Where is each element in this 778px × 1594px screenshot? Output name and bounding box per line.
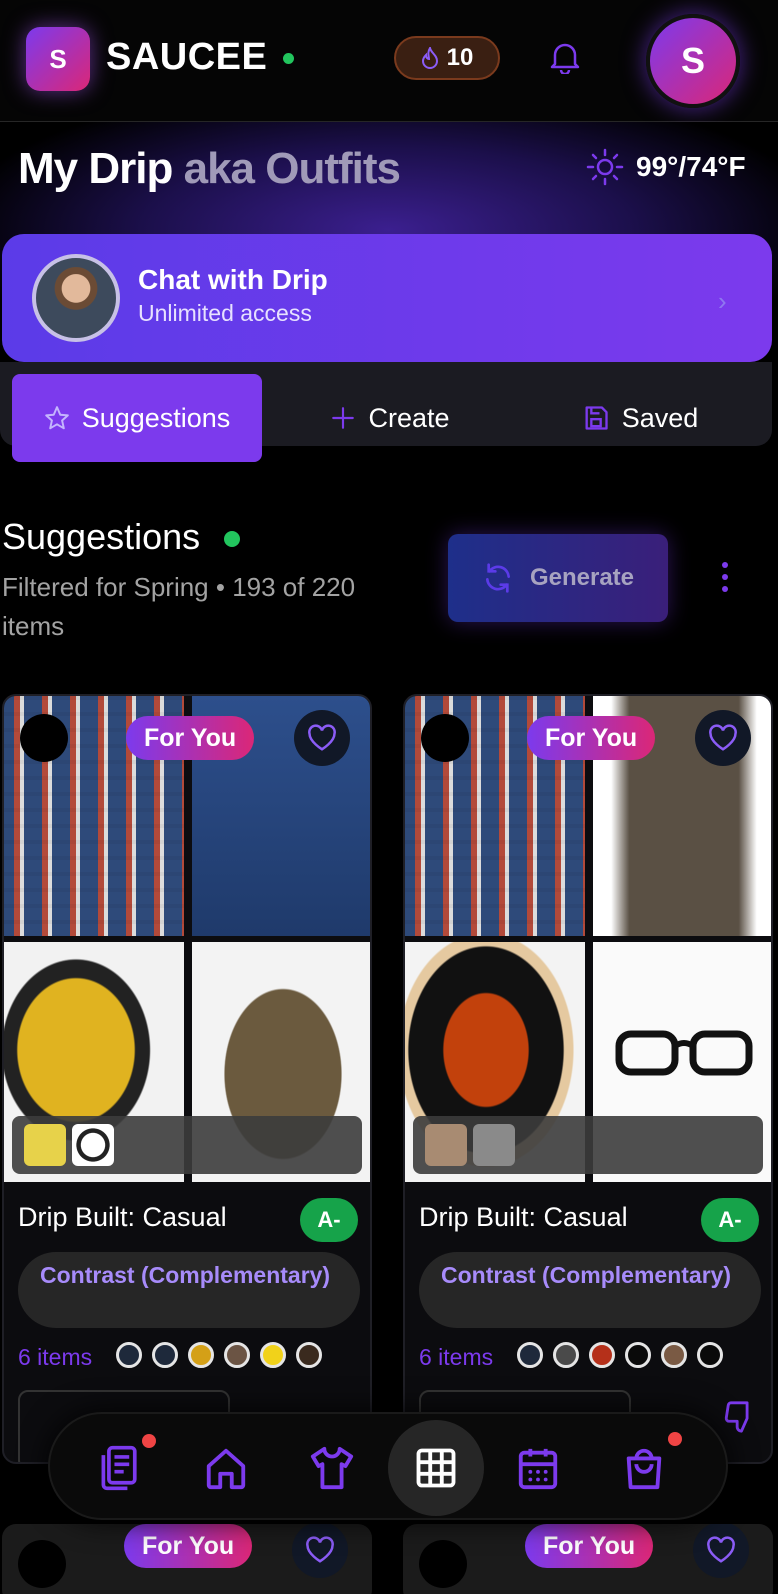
weather-widget[interactable]: 99°/74°F <box>586 148 746 186</box>
color-swatch <box>697 1342 723 1368</box>
tab-saved[interactable]: Saved <box>560 374 720 462</box>
item-count-dot <box>20 714 68 762</box>
color-harmony-pill: Contrast (Complementary) <box>18 1252 360 1328</box>
heart-icon <box>306 1536 334 1563</box>
color-swatch <box>260 1342 286 1368</box>
heart-icon <box>709 724 737 751</box>
item-count-dot <box>419 1540 467 1588</box>
suggestions-subtitle: Filtered for Spring • 193 of 220 items <box>2 572 356 641</box>
items-count: 6 items <box>18 1344 93 1370</box>
accessory-thumb <box>425 1124 467 1166</box>
online-indicator <box>283 53 294 64</box>
plus-icon <box>332 407 355 429</box>
closet-list-icon[interactable] <box>88 1434 156 1500</box>
tab-create[interactable]: Create <box>300 374 480 462</box>
item-count-dot <box>421 714 469 762</box>
outfit-card-peek[interactable]: For You <box>403 1524 773 1594</box>
shopping-bag-icon[interactable] <box>612 1432 682 1500</box>
chat-title: Chat with Drip <box>138 264 328 295</box>
outfit-title: Drip Built: Casual <box>18 1202 227 1232</box>
tab-label: Saved <box>621 402 699 433</box>
tab-suggestions[interactable]: Suggestions <box>12 374 262 462</box>
chat-with-drip-banner[interactable]: Chat with Drip Unlimited access › <box>2 234 772 362</box>
color-swatch <box>188 1342 214 1368</box>
grade-badge: A- <box>300 1198 358 1242</box>
accessory-thumbnails <box>413 1116 763 1174</box>
thumbs-down-icon[interactable] <box>723 1400 757 1434</box>
chevron-right-icon: › <box>718 286 727 316</box>
color-swatch <box>589 1342 615 1368</box>
outfit-image-grid <box>405 696 771 1182</box>
sun-icon <box>586 148 624 186</box>
accessory-thumbnails <box>12 1116 362 1174</box>
heart-icon <box>707 1536 735 1563</box>
for-you-badge: For You <box>527 716 656 760</box>
for-you-badge: For You <box>124 1524 253 1568</box>
color-swatch <box>116 1342 142 1368</box>
favorite-button[interactable] <box>693 1524 749 1578</box>
notification-dot <box>668 1432 682 1446</box>
save-icon <box>585 406 608 430</box>
item-count-dot <box>18 1540 66 1588</box>
favorite-button[interactable] <box>695 710 751 766</box>
for-you-badge: For You <box>525 1524 654 1568</box>
tab-label: Suggestions <box>81 402 231 433</box>
avatar-letter: S <box>680 40 705 81</box>
color-swatch <box>625 1342 651 1368</box>
color-swatch <box>661 1342 687 1368</box>
items-count: 6 items <box>419 1344 494 1370</box>
title-main: My Drip <box>18 144 173 193</box>
sunglasses-thumb <box>24 1124 66 1166</box>
drip-avatar <box>32 254 120 342</box>
notification-dot <box>142 1434 156 1448</box>
live-indicator <box>224 531 240 547</box>
bell-icon[interactable] <box>549 40 581 74</box>
logo-letter: S <box>49 43 67 74</box>
star-icon <box>44 406 69 430</box>
outfit-card[interactable]: For You Drip Built: Casual A- Contrast (… <box>403 694 773 1464</box>
outfit-title: Drip Built: Casual <box>419 1202 628 1232</box>
weather-temp: 99°/74°F <box>636 151 746 182</box>
favorite-button[interactable] <box>292 1524 348 1578</box>
generate-button[interactable]: Generate <box>448 534 668 622</box>
streak-count: 10 <box>446 44 474 71</box>
outfit-image-grid <box>4 696 370 1182</box>
color-harmony-pill: Contrast (Complementary) <box>419 1252 761 1328</box>
color-swatch <box>553 1342 579 1368</box>
generate-label: Generate <box>529 564 635 591</box>
favorite-button[interactable] <box>294 710 350 766</box>
chat-subtitle: Unlimited access <box>138 300 312 326</box>
refresh-icon <box>485 563 510 593</box>
bottom-navigation <box>48 1412 728 1520</box>
flame-icon <box>421 47 438 69</box>
shirt-icon[interactable] <box>300 1436 364 1500</box>
heart-icon <box>308 724 336 751</box>
accessory-thumb <box>473 1124 515 1166</box>
page-title: My Drip aka Outfits <box>18 144 401 194</box>
grid-icon[interactable] <box>388 1420 484 1516</box>
calendar-icon[interactable] <box>506 1436 570 1500</box>
bracelet-thumb <box>72 1124 114 1166</box>
streak-badge[interactable]: 10 <box>394 36 500 80</box>
app-logo[interactable]: S <box>26 27 90 91</box>
tab-label: Create <box>368 402 450 433</box>
color-swatch <box>224 1342 250 1368</box>
home-icon[interactable] <box>194 1436 258 1500</box>
color-swatch <box>152 1342 178 1368</box>
more-options-icon[interactable] <box>722 562 728 592</box>
outfit-card-peek[interactable]: For You <box>2 1524 372 1594</box>
color-swatch <box>296 1342 322 1368</box>
suggestions-title: Suggestions <box>2 516 201 557</box>
color-swatch <box>517 1342 543 1368</box>
brand-name: SAUCEE <box>106 36 268 78</box>
user-avatar[interactable]: S <box>646 14 740 108</box>
for-you-badge: For You <box>126 716 255 760</box>
grade-badge: A- <box>701 1198 759 1242</box>
outfit-card[interactable]: For You Drip Built: Casual A- Contrast (… <box>2 694 372 1464</box>
title-sub: aka Outfits <box>183 144 401 193</box>
